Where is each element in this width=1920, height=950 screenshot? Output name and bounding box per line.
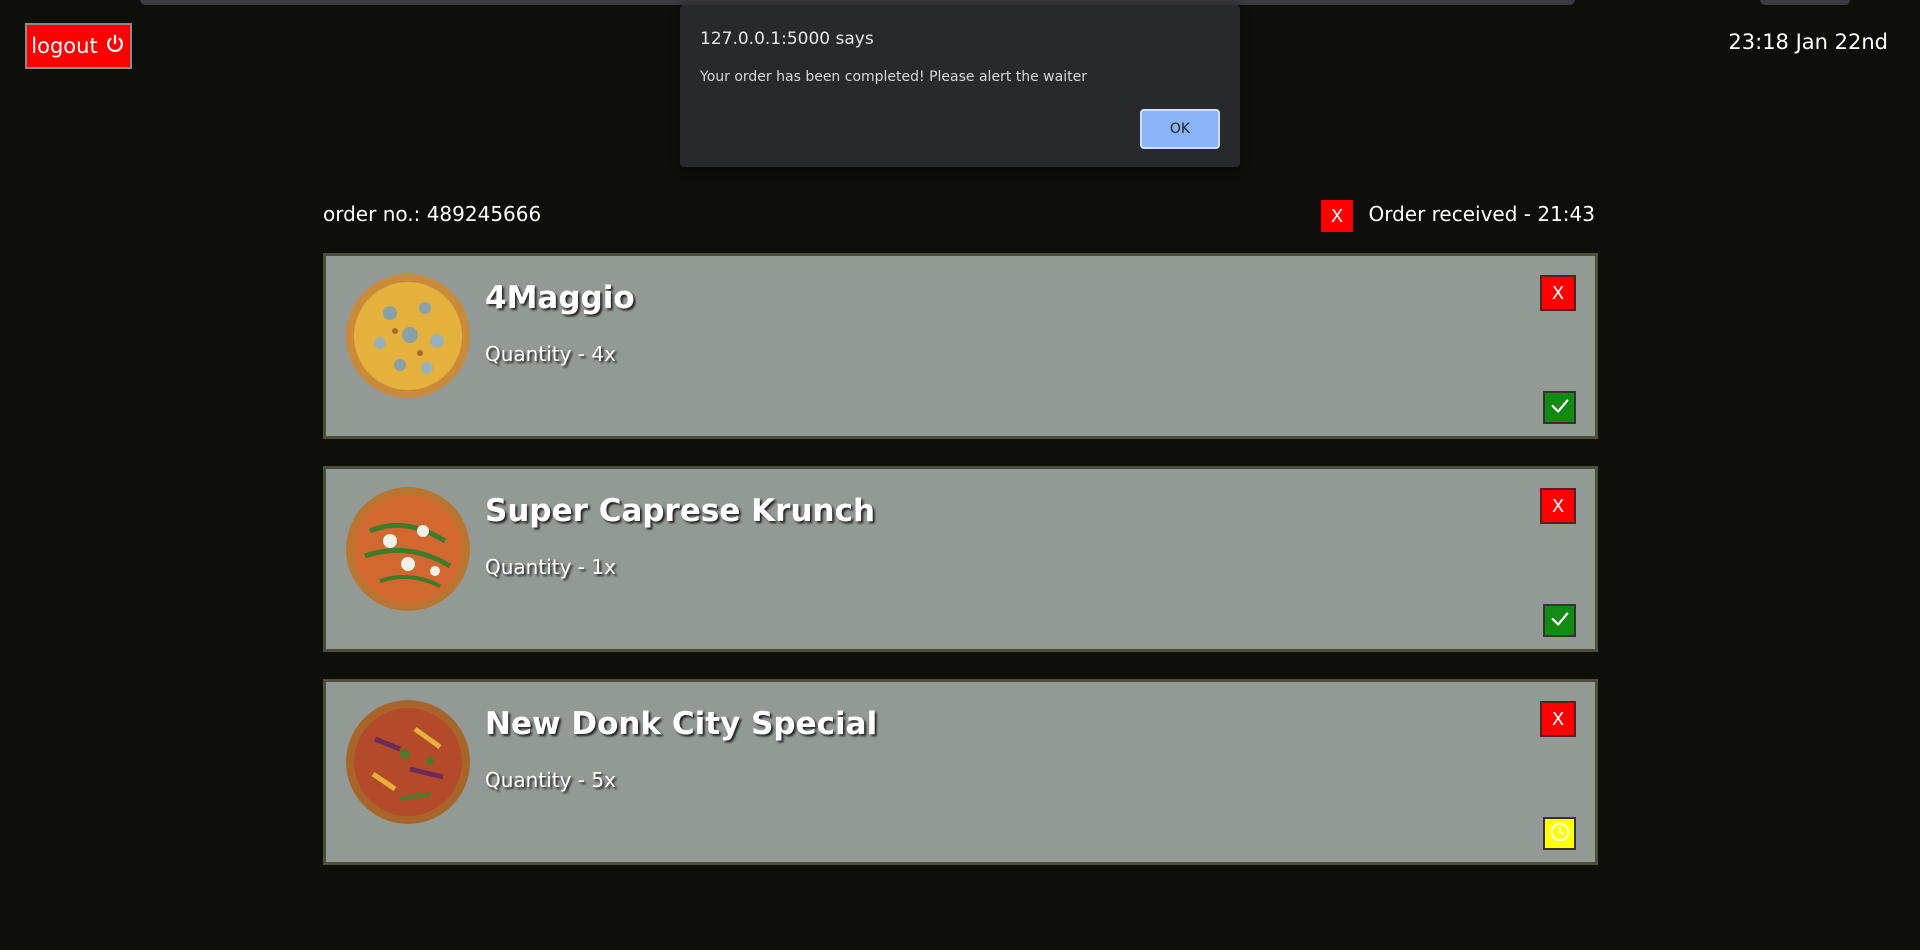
item-quantity: Quantity - 1x [485,555,616,579]
order-item: Super Caprese Krunch Quantity - 1x X [323,466,1598,652]
order-header: order no.: 489245666 X Order received - … [323,198,1595,238]
item-quantity: Quantity - 4x [485,342,616,366]
power-icon [104,33,126,60]
alert-origin: 127.0.0.1:5000 says [700,29,874,49]
alert-dialog: 127.0.0.1:5000 says Your order has been … [680,5,1240,167]
item-done-toggle[interactable] [1543,604,1576,637]
clock-icon [1549,821,1571,847]
check-icon [1549,395,1571,421]
remove-item-button[interactable]: X [1540,701,1576,737]
logout-button[interactable]: logout [25,23,132,69]
pizza-image [346,487,470,611]
order-received-time: Order received - 21:43 [1368,202,1595,226]
order-item: 4Maggio Quantity - 4x X [323,253,1598,439]
pizza-image [346,700,470,824]
item-pending-toggle[interactable] [1543,817,1576,850]
item-name: New Donk City Special [485,706,878,742]
current-datetime: 23:18 Jan 22nd [1728,30,1888,54]
logout-label: logout [31,34,98,58]
pizza-image [346,274,470,398]
cancel-order-button[interactable]: X [1321,200,1353,232]
order-item: New Donk City Special Quantity - 5x X [323,679,1598,865]
item-name: Super Caprese Krunch [485,493,876,529]
item-done-toggle[interactable] [1543,391,1576,424]
remove-item-button[interactable]: X [1540,488,1576,524]
alert-message: Your order has been completed! Please al… [700,69,1087,85]
remove-item-button[interactable]: X [1540,275,1576,311]
browser-toolbar-edge [1760,0,1850,5]
order-items-list: 4Maggio Quantity - 4x X Super Caprese Kr… [323,253,1598,892]
ok-button[interactable]: OK [1140,109,1220,149]
item-name: 4Maggio [485,280,635,316]
item-quantity: Quantity - 5x [485,768,616,792]
order-number: order no.: 489245666 [323,202,542,226]
check-icon [1549,608,1571,634]
